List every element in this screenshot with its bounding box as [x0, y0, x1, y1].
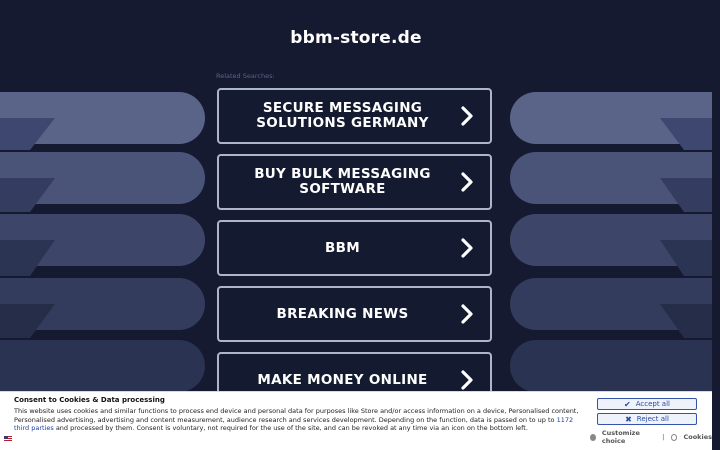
customize-choice-link[interactable]: Customize choice [602, 429, 655, 445]
gear-icon [590, 433, 596, 441]
chevron-right-icon [461, 370, 473, 390]
link-label: SECURE MESSAGING SOLUTIONS GERMANY [256, 100, 429, 131]
related-searches-label: Related Searches: [216, 72, 275, 80]
related-link-breaking-news[interactable]: BREAKING NEWS [217, 286, 492, 342]
consent-description: This website uses cookies and similar fu… [14, 407, 582, 433]
consent-text-part-1: This website uses cookies and similar fu… [14, 407, 579, 424]
chevron-right-icon [461, 106, 473, 126]
cookie-icon [671, 433, 678, 441]
scrollbar[interactable] [712, 0, 720, 450]
x-icon: ✖ [625, 414, 632, 424]
chevron-right-icon [461, 238, 473, 258]
flag-icon[interactable] [4, 436, 12, 442]
cookies-link[interactable]: Cookies [683, 433, 712, 441]
site-domain-title: bbm-store.de [290, 28, 422, 48]
reject-all-button[interactable]: ✖ Reject all [597, 413, 697, 425]
link-label: BREAKING NEWS [276, 305, 409, 322]
chevron-right-icon [461, 172, 473, 192]
link-label: BUY BULK MESSAGING SOFTWARE [254, 166, 431, 197]
related-link-bulk-messaging[interactable]: BUY BULK MESSAGING SOFTWARE [217, 154, 492, 210]
accept-all-button[interactable]: ✔ Accept all [597, 398, 697, 410]
related-link-bbm[interactable]: BBM [217, 220, 492, 276]
consent-secondary-links: Customize choice | Cookies [590, 429, 712, 445]
link-label: MAKE MONEY ONLINE [257, 371, 428, 388]
chevron-right-icon [461, 304, 473, 324]
accept-all-label: Accept all [635, 400, 670, 408]
consent-text-part-2: and processed by them. Consent is volunt… [53, 424, 528, 432]
related-link-secure-messaging[interactable]: SECURE MESSAGING SOLUTIONS GERMANY [217, 88, 492, 144]
separator: | [662, 433, 665, 441]
check-icon: ✔ [624, 399, 631, 409]
reject-all-label: Reject all [636, 415, 669, 423]
link-label: BBM [325, 239, 360, 256]
cookie-consent-banner: Consent to Cookies & Data processing Thi… [0, 391, 712, 450]
consent-title: Consent to Cookies & Data processing [14, 396, 165, 404]
